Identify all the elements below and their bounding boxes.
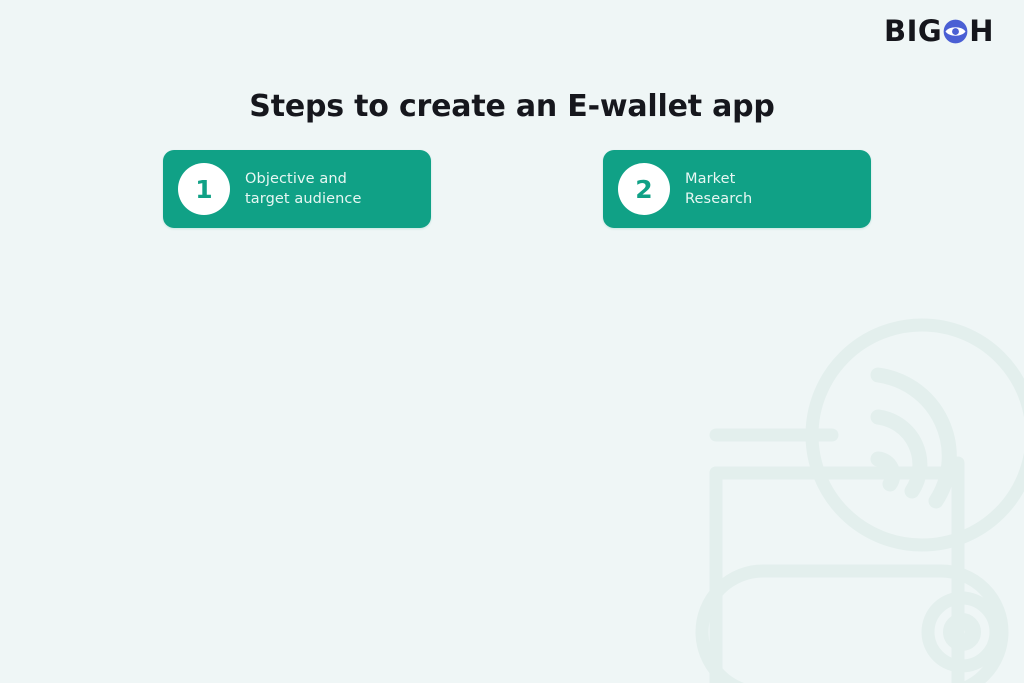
step-number-badge: 1 <box>178 163 230 215</box>
step-number-badge: 2 <box>618 163 670 215</box>
logo-text-after: H <box>969 13 994 48</box>
infographic-canvas: BIG H Steps to create an E-wallet app 1 … <box>0 0 1024 683</box>
contactless-wallet-watermark-icon <box>682 313 1024 683</box>
step-label: Market Research <box>685 171 753 207</box>
bigoh-logo: BIG H <box>884 16 994 46</box>
step-card-1[interactable]: 1 Objective and target audience <box>163 150 431 228</box>
page-title: Steps to create an E-wallet app <box>249 89 775 125</box>
step-card-2[interactable]: 2 Market Research <box>603 150 871 228</box>
step-label: Objective and target audience <box>245 171 362 207</box>
steps-grid: 1 Objective and target audience 2 Market… <box>163 150 871 228</box>
logo-o-mark-icon <box>943 19 968 44</box>
logo-text-before: BIG <box>884 13 943 48</box>
logo-wordmark: BIG H <box>884 13 994 48</box>
